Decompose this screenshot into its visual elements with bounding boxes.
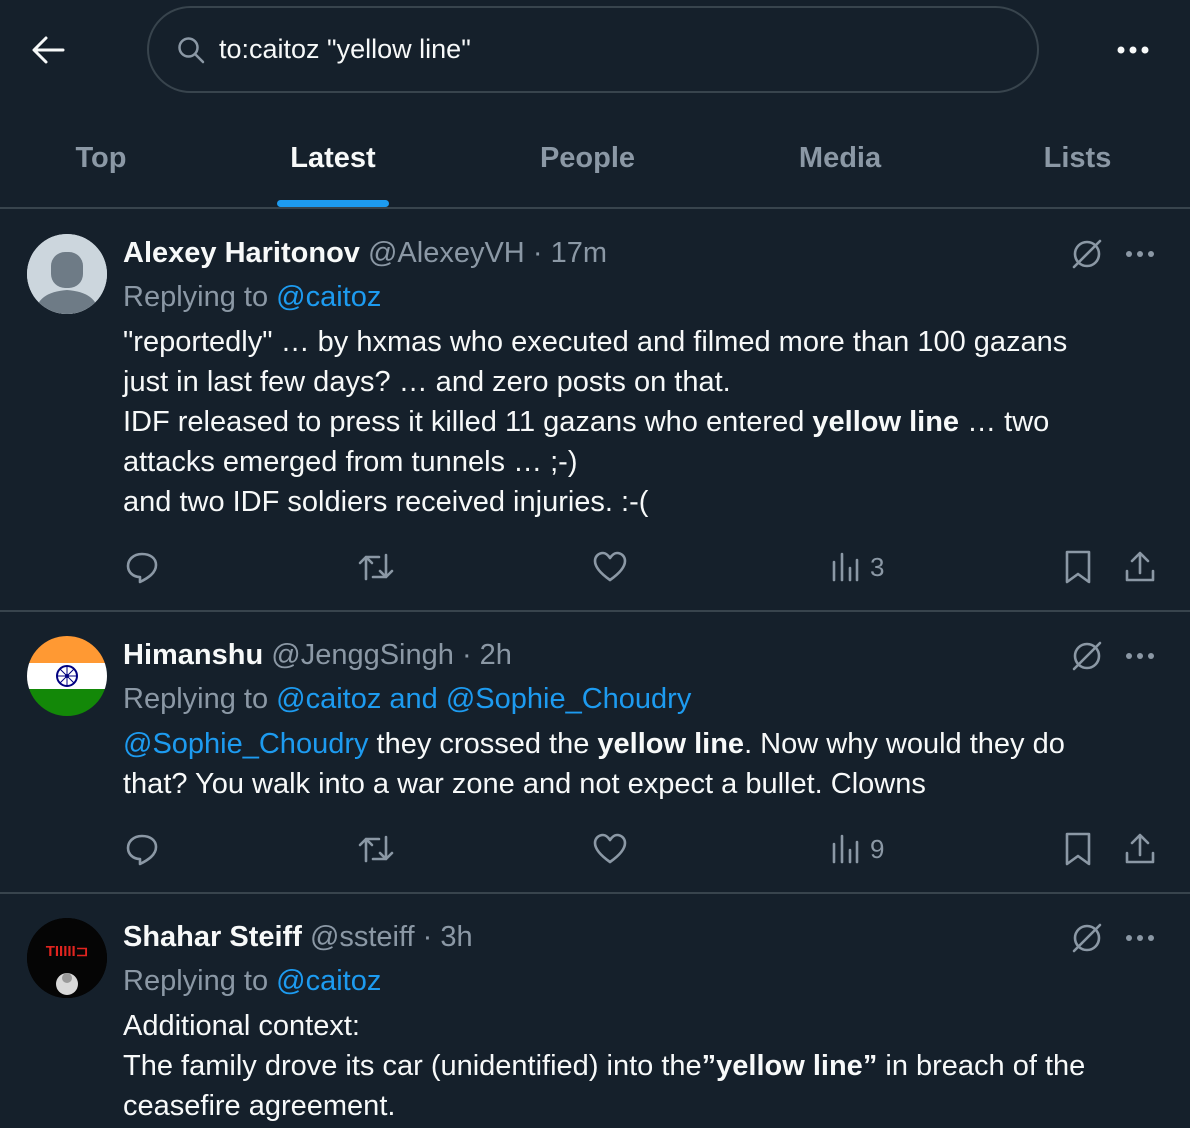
separator: · (532, 237, 543, 269)
avatar-logo-text: TIIIII⊐ (46, 943, 89, 960)
bookmark-button[interactable] (1062, 829, 1094, 869)
more-horizontal-icon (1117, 46, 1149, 54)
heart-icon (593, 551, 627, 582)
reply-icon (126, 834, 158, 866)
tweet-text: @Sophie_Choudry they crossed the yellow … (123, 728, 1065, 800)
timestamp[interactable]: 17m (551, 237, 607, 269)
views-icon (832, 552, 859, 582)
like-button[interactable] (592, 547, 628, 587)
more-horizontal-icon (1126, 935, 1154, 941)
avatar[interactable] (27, 234, 107, 314)
retweet-button[interactable] (357, 547, 395, 587)
tweet-header: Alexey Haritonov @AlexeyVH · 17m (123, 237, 607, 270)
highlighted-term: yellow line (812, 406, 960, 438)
reply-icon (126, 552, 158, 584)
views-button[interactable]: 3 (830, 547, 884, 587)
tweet-more-button[interactable] (1120, 923, 1160, 953)
tab-people[interactable]: People (520, 110, 655, 207)
back-arrow-icon (32, 36, 65, 64)
view-count: 9 (870, 833, 885, 864)
tweet[interactable]: TIIIII⊐ Shahar Steiff @ssteiff · 3h Repl… (0, 895, 1190, 1128)
like-button[interactable] (592, 829, 628, 869)
share-icon (1125, 551, 1155, 582)
search-input[interactable] (219, 34, 979, 65)
retweet-icon (358, 553, 394, 581)
mention-link[interactable]: @caitoz (276, 965, 381, 997)
active-tab-indicator (277, 200, 389, 207)
more-horizontal-icon (1126, 653, 1154, 659)
mention-link[interactable]: @Sophie_Choudry (123, 728, 368, 760)
tweet-more-button[interactable] (1120, 641, 1160, 671)
view-count: 3 (870, 551, 885, 582)
views-icon (832, 834, 859, 864)
reply-button[interactable] (124, 547, 160, 587)
timestamp[interactable]: 2h (480, 639, 512, 671)
tweet[interactable]: Himanshu @JenggSingh · 2h Replying to @c… (0, 613, 1190, 894)
reply-button[interactable] (124, 829, 160, 869)
search-icon (177, 35, 207, 65)
tweet-more-button[interactable] (1120, 239, 1160, 269)
replying-to: Replying to @caitoz (123, 965, 382, 997)
grok-icon[interactable] (1068, 235, 1106, 273)
tab-lists[interactable]: Lists (1030, 110, 1125, 207)
more-horizontal-icon (1126, 251, 1154, 257)
search-tabs: Top Latest People Media Lists (0, 110, 1190, 209)
views-button[interactable]: 9 (830, 829, 884, 869)
tab-top[interactable]: Top (40, 110, 162, 207)
user-handle[interactable]: @JenggSingh (271, 639, 454, 671)
grok-icon[interactable] (1068, 637, 1106, 675)
highlighted-term: yellow line (597, 728, 745, 760)
display-name[interactable]: Himanshu (123, 639, 263, 671)
bookmark-icon (1065, 832, 1091, 866)
bookmark-icon (1065, 550, 1091, 584)
mention-link[interactable]: @caitoz and @Sophie_Choudry (276, 683, 691, 715)
top-bar (0, 0, 1190, 100)
profile-photo-icon: TIIIII⊐ (27, 918, 107, 998)
tweet[interactable]: Alexey Haritonov @AlexeyVH · 17m Replyin… (0, 211, 1190, 612)
tab-latest[interactable]: Latest (268, 110, 398, 207)
back-button[interactable] (26, 28, 70, 72)
bookmark-button[interactable] (1062, 547, 1094, 587)
separator: · (461, 639, 472, 671)
retweet-button[interactable] (357, 829, 395, 869)
mention-link[interactable]: @caitoz (276, 281, 381, 313)
default-avatar-icon (27, 234, 107, 314)
replying-to: Replying to @caitoz and @Sophie_Choudry (123, 683, 692, 715)
heart-icon (593, 833, 627, 864)
display-name[interactable]: Alexey Haritonov (123, 237, 360, 269)
search-box[interactable] (147, 6, 1039, 93)
more-options-button[interactable] (1108, 30, 1158, 70)
timestamp[interactable]: 3h (440, 921, 472, 953)
avatar[interactable]: TIIIII⊐ (27, 918, 107, 998)
user-handle[interactable]: @ssteiff (310, 921, 415, 953)
grok-icon[interactable] (1068, 919, 1106, 957)
avatar[interactable] (27, 636, 107, 716)
user-handle[interactable]: @AlexeyVH (368, 237, 525, 269)
tweet-text: "reportedly" … by hxmas who executed and… (123, 326, 1068, 518)
highlighted-term: ”yellow line” (701, 1050, 878, 1082)
display-name[interactable]: Shahar Steiff (123, 921, 302, 953)
share-button[interactable] (1122, 829, 1158, 869)
share-button[interactable] (1122, 547, 1158, 587)
tweet-text: Additional context: The family drove its… (123, 1010, 1086, 1122)
share-icon (1125, 833, 1155, 864)
retweet-icon (358, 835, 394, 863)
tweet-header: Himanshu @JenggSingh · 2h (123, 639, 512, 672)
replying-to: Replying to @caitoz (123, 281, 382, 313)
tweet-header: Shahar Steiff @ssteiff · 3h (123, 921, 473, 954)
india-flag-icon (27, 636, 107, 716)
separator: · (422, 921, 433, 953)
tab-media[interactable]: Media (780, 110, 900, 207)
